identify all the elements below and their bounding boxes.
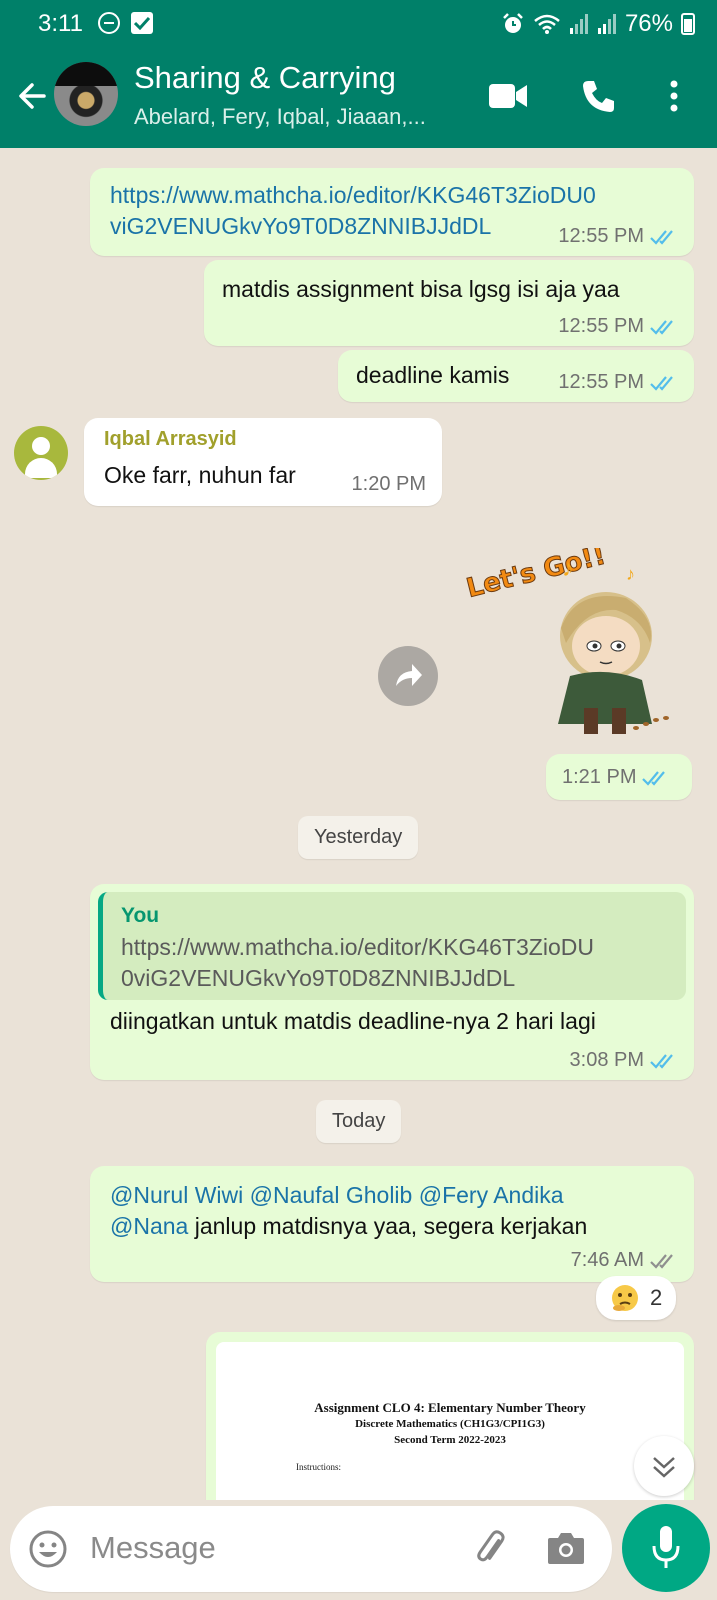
- voice-message-button[interactable]: [622, 1504, 710, 1592]
- message-meta: 12:55 PM: [558, 371, 678, 394]
- forward-button[interactable]: [378, 646, 438, 706]
- message-time: 12:55 PM: [558, 315, 644, 337]
- message-bubble[interactable]: Iqbal Arrasyid Oke farr, nuhun far 1:20 …: [84, 418, 442, 506]
- message-bubble[interactable]: matdis assignment bisa lgsg isi aja yaa …: [204, 260, 694, 346]
- sticker-text: Let's Go!!: [466, 548, 609, 604]
- link-line[interactable]: https://www.mathcha.io/editor/KKG46T3Zio…: [110, 180, 596, 211]
- status-bar: 3:11 76%: [0, 0, 717, 50]
- message-time: 1:21 PM: [562, 766, 637, 788]
- message-bubble[interactable]: deadline kamis 12:55 PM: [338, 350, 694, 402]
- message-bubble[interactable]: https://www.mathcha.io/editor/KKG46T3Zio…: [90, 168, 694, 256]
- message-bubble[interactable]: @Nurul Wiwi @Naufal Gholib @Fery Andika …: [90, 1166, 694, 1282]
- message-time: 12:55 PM: [558, 371, 644, 393]
- message-time: 12:55 PM: [558, 225, 644, 247]
- message-reaction[interactable]: 2: [596, 1276, 677, 1320]
- document-preview[interactable]: Assignment CLO 4: Elementary Number Theo…: [216, 1342, 684, 1500]
- read-ticks-icon: [642, 770, 666, 786]
- scroll-to-bottom-button[interactable]: [634, 1436, 694, 1496]
- message-time: 3:08 PM: [569, 1049, 644, 1071]
- double-chevron-down-icon: [653, 1457, 675, 1478]
- link-line[interactable]: viG2VENUGkvYo9T0D8ZNNIBJJdDL: [110, 211, 596, 242]
- message-input-container[interactable]: Message: [10, 1506, 612, 1592]
- doc-instructions: Instructions:: [296, 1462, 341, 1472]
- svg-text:♪: ♪: [562, 555, 574, 582]
- sender-avatar[interactable]: [14, 426, 68, 480]
- svg-text:♪: ♪: [626, 564, 635, 584]
- message-time: 7:46 AM: [570, 1249, 644, 1271]
- do-not-disturb-icon: [98, 12, 120, 34]
- wifi-icon: [534, 14, 560, 34]
- message-time: 1:20 PM: [351, 473, 426, 495]
- top-bar: 3:11 76% Sharing & Carrying Abelard, Fer…: [0, 0, 717, 148]
- message-text: Oke farr, nuhun far: [104, 462, 296, 488]
- date-separator: Yesterday: [298, 816, 419, 859]
- thinking-emoji-icon: [612, 1285, 638, 1311]
- sender-name[interactable]: Iqbal Arrasyid: [104, 428, 237, 451]
- message-meta: 3:08 PM: [570, 1049, 678, 1072]
- read-ticks-icon: [650, 1053, 673, 1069]
- message-meta: 7:46 AM: [571, 1249, 678, 1272]
- chat-participants[interactable]: Abelard, Fery, Iqbal, Jiaaan,...: [134, 104, 426, 130]
- status-icons: 76%: [501, 10, 695, 38]
- doc-term: Second Term 2022-2023: [394, 1434, 506, 1446]
- reaction-count: 2: [650, 1285, 663, 1310]
- attach-icon[interactable]: [470, 1528, 512, 1570]
- signal-icon-2: [597, 14, 616, 34]
- battery-percent: 76%: [624, 10, 673, 37]
- group-avatar[interactable]: [54, 62, 118, 126]
- message-link[interactable]: https://www.mathcha.io/editor/KKG46T3Zio…: [110, 180, 596, 242]
- quoted-line: 0viG2VENUGkvYo9T0D8ZNNIBJJdDL: [121, 965, 516, 991]
- compose-bar: Message: [0, 1500, 717, 1600]
- message-bubble[interactable]: You https://www.mathcha.io/editor/KKG46T…: [90, 884, 694, 1080]
- signal-icon-1: [569, 14, 588, 34]
- message-text: diingatkan untuk matdis deadline-nya 2 h…: [110, 1008, 596, 1034]
- sticker-lets-go[interactable]: Let's Go!! ♪ ♪: [463, 540, 681, 748]
- mentions[interactable]: @Nurul Wiwi @Naufal Gholib @Fery Andika: [110, 1180, 587, 1211]
- forward-icon: [396, 664, 422, 686]
- read-ticks-icon: [650, 319, 673, 335]
- message-text: matdis assignment bisa lgsg isi aja yaa: [222, 276, 620, 302]
- battery-icon: [681, 13, 695, 35]
- read-ticks-icon: [650, 229, 673, 245]
- quoted-sender: You: [121, 904, 160, 927]
- message-text: @Nurul Wiwi @Naufal Gholib @Fery Andika …: [110, 1180, 587, 1242]
- microphone-icon: [652, 1526, 680, 1568]
- quoted-text: https://www.mathcha.io/editor/KKG46T3Zio…: [121, 932, 676, 994]
- chat-title[interactable]: Sharing & Carrying: [134, 60, 396, 96]
- mention[interactable]: @Nana: [110, 1213, 188, 1239]
- quoted-message[interactable]: You https://www.mathcha.io/editor/KKG46T…: [98, 892, 686, 1000]
- status-time: 3:11: [38, 10, 83, 37]
- message-text: deadline kamis: [356, 362, 510, 388]
- message-meta: 1:21 PM: [562, 766, 670, 789]
- message-bubble[interactable]: 1:21 PM: [546, 754, 692, 800]
- date-separator: Today: [316, 1100, 402, 1143]
- message-meta: 12:55 PM: [558, 225, 678, 248]
- quoted-line: https://www.mathcha.io/editor/KKG46T3Zio…: [121, 934, 594, 960]
- message-input[interactable]: Message: [90, 1530, 216, 1566]
- sticker-image: Let's Go!! ♪ ♪: [463, 540, 669, 734]
- emoji-icon[interactable]: [28, 1529, 68, 1569]
- chat-header[interactable]: Sharing & Carrying Abelard, Fery, Iqbal,…: [0, 58, 717, 138]
- message-text-rest: janlup matdisnya yaa, segera kerjakan: [188, 1213, 588, 1239]
- document-message[interactable]: Assignment CLO 4: Elementary Number Theo…: [206, 1332, 694, 1500]
- doc-course: Discrete Mathematics (CH1G3/CPI1G3): [355, 1418, 545, 1430]
- message-meta: 12:55 PM: [558, 315, 678, 338]
- doc-title: Assignment CLO 4: Elementary Number Theo…: [314, 1400, 586, 1415]
- alarm-icon: [503, 13, 523, 33]
- delivered-ticks-icon: [650, 1253, 673, 1269]
- voice-call-icon[interactable]: [580, 78, 616, 114]
- more-options-icon[interactable]: [668, 80, 680, 112]
- back-arrow-icon[interactable]: [14, 78, 50, 114]
- check-notification-icon: [131, 12, 153, 34]
- chat-area[interactable]: https://www.mathcha.io/editor/KKG46T3Zio…: [0, 148, 717, 1500]
- read-ticks-icon: [650, 375, 673, 391]
- camera-icon[interactable]: [546, 1530, 586, 1566]
- video-call-icon[interactable]: [488, 82, 528, 110]
